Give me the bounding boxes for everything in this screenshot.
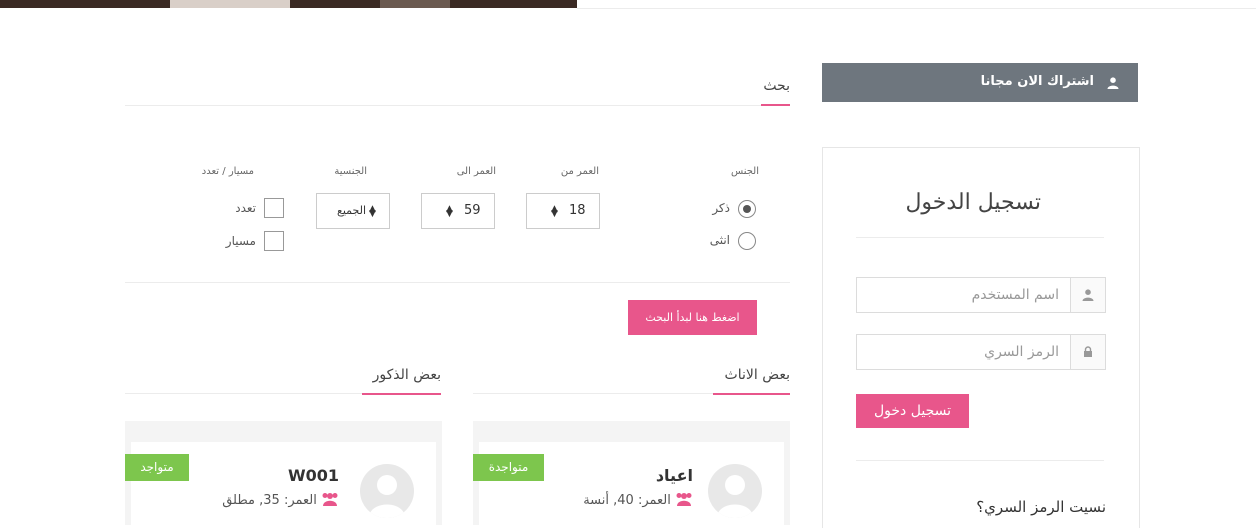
marriage-option-taadod[interactable]: تعدد (220, 198, 290, 220)
person-icon (369, 475, 405, 518)
member-info: العمر: 35, مطلق (222, 492, 339, 508)
password-input[interactable] (859, 335, 1071, 369)
online-status-badge: متواجدة (473, 454, 544, 481)
member-age-status: العمر: 40, أنسة (583, 493, 671, 508)
online-status-badge: متواجد (125, 454, 189, 481)
people-icon (322, 493, 338, 506)
search-header-divider (125, 105, 761, 106)
taadod-checkbox[interactable] (264, 198, 284, 218)
sort-arrows-icon: ▲ ▼ (369, 204, 376, 219)
misyar-checkbox[interactable] (264, 231, 284, 251)
gender-male-radio[interactable] (738, 200, 756, 218)
age-to-select[interactable]: ▲ ▼ 59 (421, 193, 495, 229)
user-icon (1107, 77, 1119, 89)
avatar[interactable] (360, 464, 414, 518)
taadod-label: تعدد (235, 201, 256, 215)
sort-arrows-icon: ▲ ▼ (551, 204, 558, 219)
member-name[interactable]: W001 (288, 466, 339, 485)
gender-female-radio[interactable] (738, 232, 756, 250)
search-form-divider (125, 282, 790, 283)
gender-option-male[interactable]: ذكر (700, 198, 760, 218)
header-divider (577, 8, 1256, 9)
males-title-underline (362, 393, 441, 395)
gender-label: الجنس (730, 166, 759, 177)
username-input[interactable] (859, 278, 1071, 312)
people-icon (676, 493, 692, 506)
age-from-label: العمر من (560, 166, 599, 177)
login-divider-bottom (856, 460, 1104, 461)
register-free-button[interactable]: اشتراك الان مجانا (822, 63, 1138, 102)
gender-male-label: ذكر (712, 201, 730, 215)
female-member-card[interactable]: اعياد العمر: 40, أنسة متواجدة (473, 421, 790, 525)
hero-image-strip (0, 0, 577, 8)
gender-option-female[interactable]: انثى (700, 230, 760, 250)
nationality-label: الجنسية (334, 166, 367, 177)
search-title-underline (761, 104, 790, 106)
person-icon (717, 475, 753, 518)
male-member-card[interactable]: W001 العمر: 35, مطلق متواجد (125, 421, 442, 525)
forgot-password-link[interactable]: نسيت الرمز السري؟ (976, 498, 1106, 516)
avatar[interactable] (708, 464, 762, 518)
search-title: بحث (763, 78, 790, 94)
age-from-select[interactable]: ▲ ▼ 18 (526, 193, 600, 229)
nationality-select[interactable]: الجميع ▲ ▼ (316, 193, 390, 229)
males-title: بعض الذكور (372, 367, 441, 383)
males-header-divider (125, 393, 362, 394)
females-header-divider (473, 393, 713, 394)
nationality-value: الجميع (337, 204, 367, 217)
age-from-value: 18 (569, 203, 586, 218)
marriage-option-misyar[interactable]: مسيار (220, 231, 290, 253)
member-info: العمر: 40, أنسة (583, 492, 693, 508)
username-field (856, 277, 1106, 313)
username-addon (1070, 278, 1105, 312)
females-title: بعض الاناث (724, 367, 790, 383)
login-title: تسجيل الدخول (905, 190, 1041, 215)
age-to-value: 59 (464, 203, 481, 218)
login-divider-top (856, 237, 1104, 238)
sort-arrows-icon: ▲ ▼ (446, 204, 453, 219)
marriage-type-label: مسيار / تعدد (201, 166, 254, 177)
age-to-label: العمر الى (456, 166, 496, 177)
lock-icon (1084, 346, 1092, 357)
login-submit-button[interactable]: تسجيل دخول (856, 394, 969, 428)
user-icon (1082, 289, 1094, 301)
misyar-label: مسيار (225, 234, 256, 248)
password-addon (1070, 335, 1105, 369)
password-field (856, 334, 1106, 370)
member-age-status: العمر: 35, مطلق (222, 493, 317, 508)
login-panel: تسجيل الدخول تسجيل دخول نسيت الرمز السري… (822, 147, 1140, 528)
member-name[interactable]: اعياد (656, 466, 693, 485)
gender-female-label: انثى (709, 233, 730, 247)
start-search-button[interactable]: اضغط هنا لبدأ البحث (628, 300, 757, 335)
register-free-label: اشتراك الان مجانا (980, 74, 1094, 89)
females-title-underline (713, 393, 790, 395)
